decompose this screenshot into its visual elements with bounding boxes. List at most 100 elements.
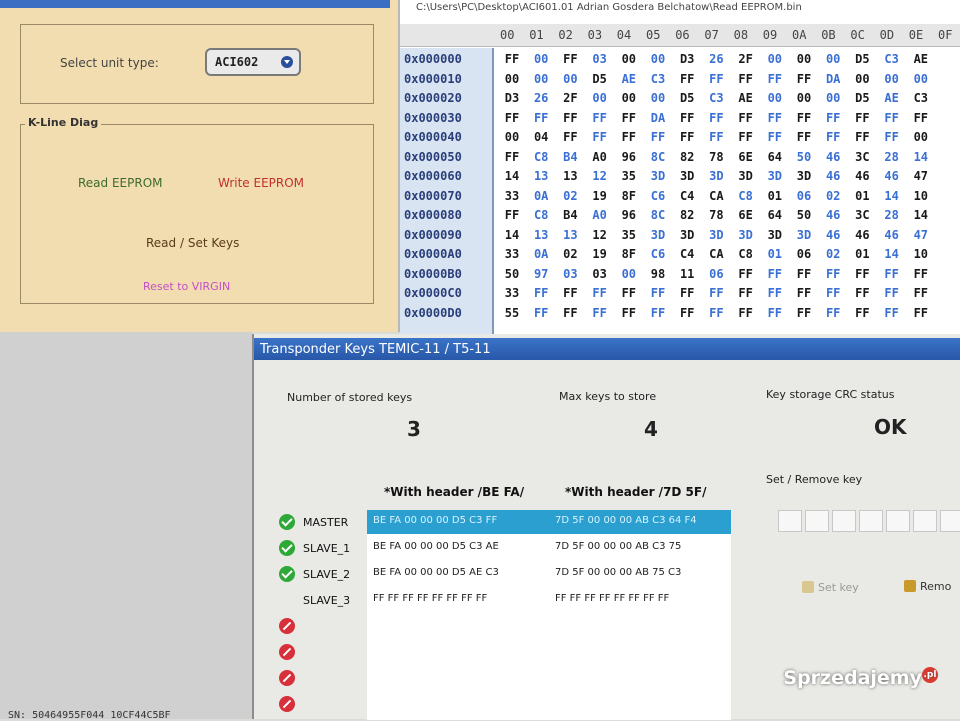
hex-byte[interactable]: FF (588, 111, 612, 125)
hex-byte[interactable]: 02 (821, 247, 845, 261)
hex-byte[interactable]: 02 (558, 189, 582, 203)
hex-byte[interactable]: 06 (792, 247, 816, 261)
hex-byte[interactable]: 02 (821, 189, 845, 203)
hex-byte[interactable]: 50 (792, 208, 816, 222)
read-eeprom-button[interactable]: Read EEPROM (78, 176, 163, 190)
hex-byte[interactable]: FF (734, 286, 758, 300)
hex-byte[interactable]: FF (880, 286, 904, 300)
hex-byte[interactable]: AE (880, 91, 904, 105)
hex-byte[interactable]: FF (909, 111, 933, 125)
hex-byte[interactable]: 3C (850, 208, 874, 222)
hex-byte[interactable]: 3D (704, 169, 728, 183)
hex-byte[interactable]: 98 (646, 267, 670, 281)
hex-byte[interactable]: FF (850, 306, 874, 320)
hex-byte[interactable]: FF (529, 111, 553, 125)
key-row[interactable]: BE FA 00 00 00 D5 AE C3 7D 5F 00 00 00 AB… (367, 562, 731, 586)
write-eeprom-button[interactable]: Write EEPROM (218, 176, 304, 190)
key-row[interactable]: BE FA 00 00 00 D5 C3 AE 7D 5F 00 00 00 AB… (367, 536, 731, 560)
hex-byte[interactable]: FF (558, 286, 582, 300)
hex-byte[interactable]: 01 (850, 189, 874, 203)
hex-byte[interactable]: 26 (704, 52, 728, 66)
key-row[interactable] (367, 640, 731, 664)
hex-byte[interactable]: 00 (792, 91, 816, 105)
hex-byte[interactable]: 3D (734, 228, 758, 242)
hex-byte[interactable]: FF (704, 130, 728, 144)
hex-byte[interactable]: D5 (588, 72, 612, 86)
hex-byte[interactable]: C4 (675, 189, 699, 203)
hex-byte[interactable]: FF (675, 306, 699, 320)
hex-byte[interactable]: 35 (617, 169, 641, 183)
hex-byte[interactable]: 03 (558, 267, 582, 281)
hex-byte[interactable]: 19 (588, 189, 612, 203)
hex-byte[interactable]: FF (909, 306, 933, 320)
hex-byte[interactable]: 96 (617, 150, 641, 164)
hex-byte[interactable]: 03 (588, 267, 612, 281)
hex-byte[interactable]: 12 (588, 228, 612, 242)
hex-byte[interactable]: C8 (529, 208, 553, 222)
hex-byte[interactable]: 00 (821, 52, 845, 66)
hex-byte[interactable]: 82 (675, 208, 699, 222)
hex-byte[interactable]: 3C (850, 150, 874, 164)
key-row[interactable] (367, 666, 731, 690)
hex-byte[interactable]: 01 (763, 247, 787, 261)
hex-byte[interactable]: FF (558, 130, 582, 144)
hex-byte[interactable]: A0 (588, 150, 612, 164)
hex-byte[interactable]: 10 (909, 247, 933, 261)
hex-byte[interactable]: FF (821, 286, 845, 300)
hex-byte[interactable]: FF (704, 286, 728, 300)
hex-byte[interactable]: FF (588, 286, 612, 300)
hex-byte[interactable]: 00 (763, 52, 787, 66)
hex-byte[interactable]: C8 (734, 247, 758, 261)
hex-byte[interactable]: FF (529, 306, 553, 320)
hex-byte[interactable]: FF (792, 306, 816, 320)
set-key-button[interactable]: Set key (802, 581, 859, 594)
hex-byte[interactable]: 3D (675, 228, 699, 242)
hex-byte[interactable]: 8F (617, 247, 641, 261)
hex-byte[interactable]: FF (880, 130, 904, 144)
hex-byte[interactable]: 14 (880, 189, 904, 203)
hex-byte[interactable]: FF (588, 130, 612, 144)
hex-byte[interactable]: 13 (529, 169, 553, 183)
hex-byte[interactable]: 35 (617, 228, 641, 242)
hex-byte[interactable]: 6E (734, 150, 758, 164)
hex-byte[interactable]: 46 (850, 169, 874, 183)
hex-byte[interactable]: 00 (617, 52, 641, 66)
hex-byte[interactable]: FF (646, 306, 670, 320)
hex-byte[interactable]: 28 (880, 150, 904, 164)
hex-byte[interactable]: FF (792, 267, 816, 281)
hex-byte[interactable]: 06 (704, 267, 728, 281)
hex-byte[interactable]: 12 (588, 169, 612, 183)
hex-byte[interactable]: FF (909, 286, 933, 300)
hex-byte[interactable]: FF (763, 72, 787, 86)
hex-byte[interactable]: FF (646, 130, 670, 144)
hex-byte[interactable]: 64 (763, 208, 787, 222)
hex-byte[interactable]: FF (675, 130, 699, 144)
key-row[interactable] (367, 614, 731, 638)
hex-byte[interactable]: DA (646, 111, 670, 125)
hex-byte[interactable]: 3D (646, 169, 670, 183)
hex-byte[interactable]: FF (646, 286, 670, 300)
hex-byte[interactable]: FF (500, 52, 524, 66)
hex-byte[interactable]: 47 (909, 169, 933, 183)
hex-byte[interactable]: CA (704, 247, 728, 261)
hex-byte[interactable]: 00 (529, 52, 553, 66)
hex-byte[interactable]: C3 (909, 91, 933, 105)
hex-byte[interactable]: FF (704, 306, 728, 320)
hex-byte[interactable]: 46 (821, 150, 845, 164)
hex-byte[interactable]: C3 (646, 72, 670, 86)
hex-byte[interactable]: 00 (558, 72, 582, 86)
hex-byte[interactable]: FF (850, 286, 874, 300)
hex-byte[interactable]: FF (704, 72, 728, 86)
hex-byte[interactable]: 46 (821, 169, 845, 183)
hex-byte[interactable]: 13 (558, 169, 582, 183)
hex-byte[interactable]: 78 (704, 150, 728, 164)
hex-byte[interactable]: FF (792, 286, 816, 300)
hex-byte[interactable]: A0 (588, 208, 612, 222)
hex-byte[interactable]: C8 (529, 150, 553, 164)
key-byte-input[interactable] (805, 510, 829, 532)
hex-byte[interactable]: 00 (763, 91, 787, 105)
hex-byte[interactable]: 8C (646, 208, 670, 222)
hex-byte[interactable]: 50 (500, 267, 524, 281)
hex-byte[interactable]: FF (821, 267, 845, 281)
hex-byte[interactable]: FF (675, 286, 699, 300)
